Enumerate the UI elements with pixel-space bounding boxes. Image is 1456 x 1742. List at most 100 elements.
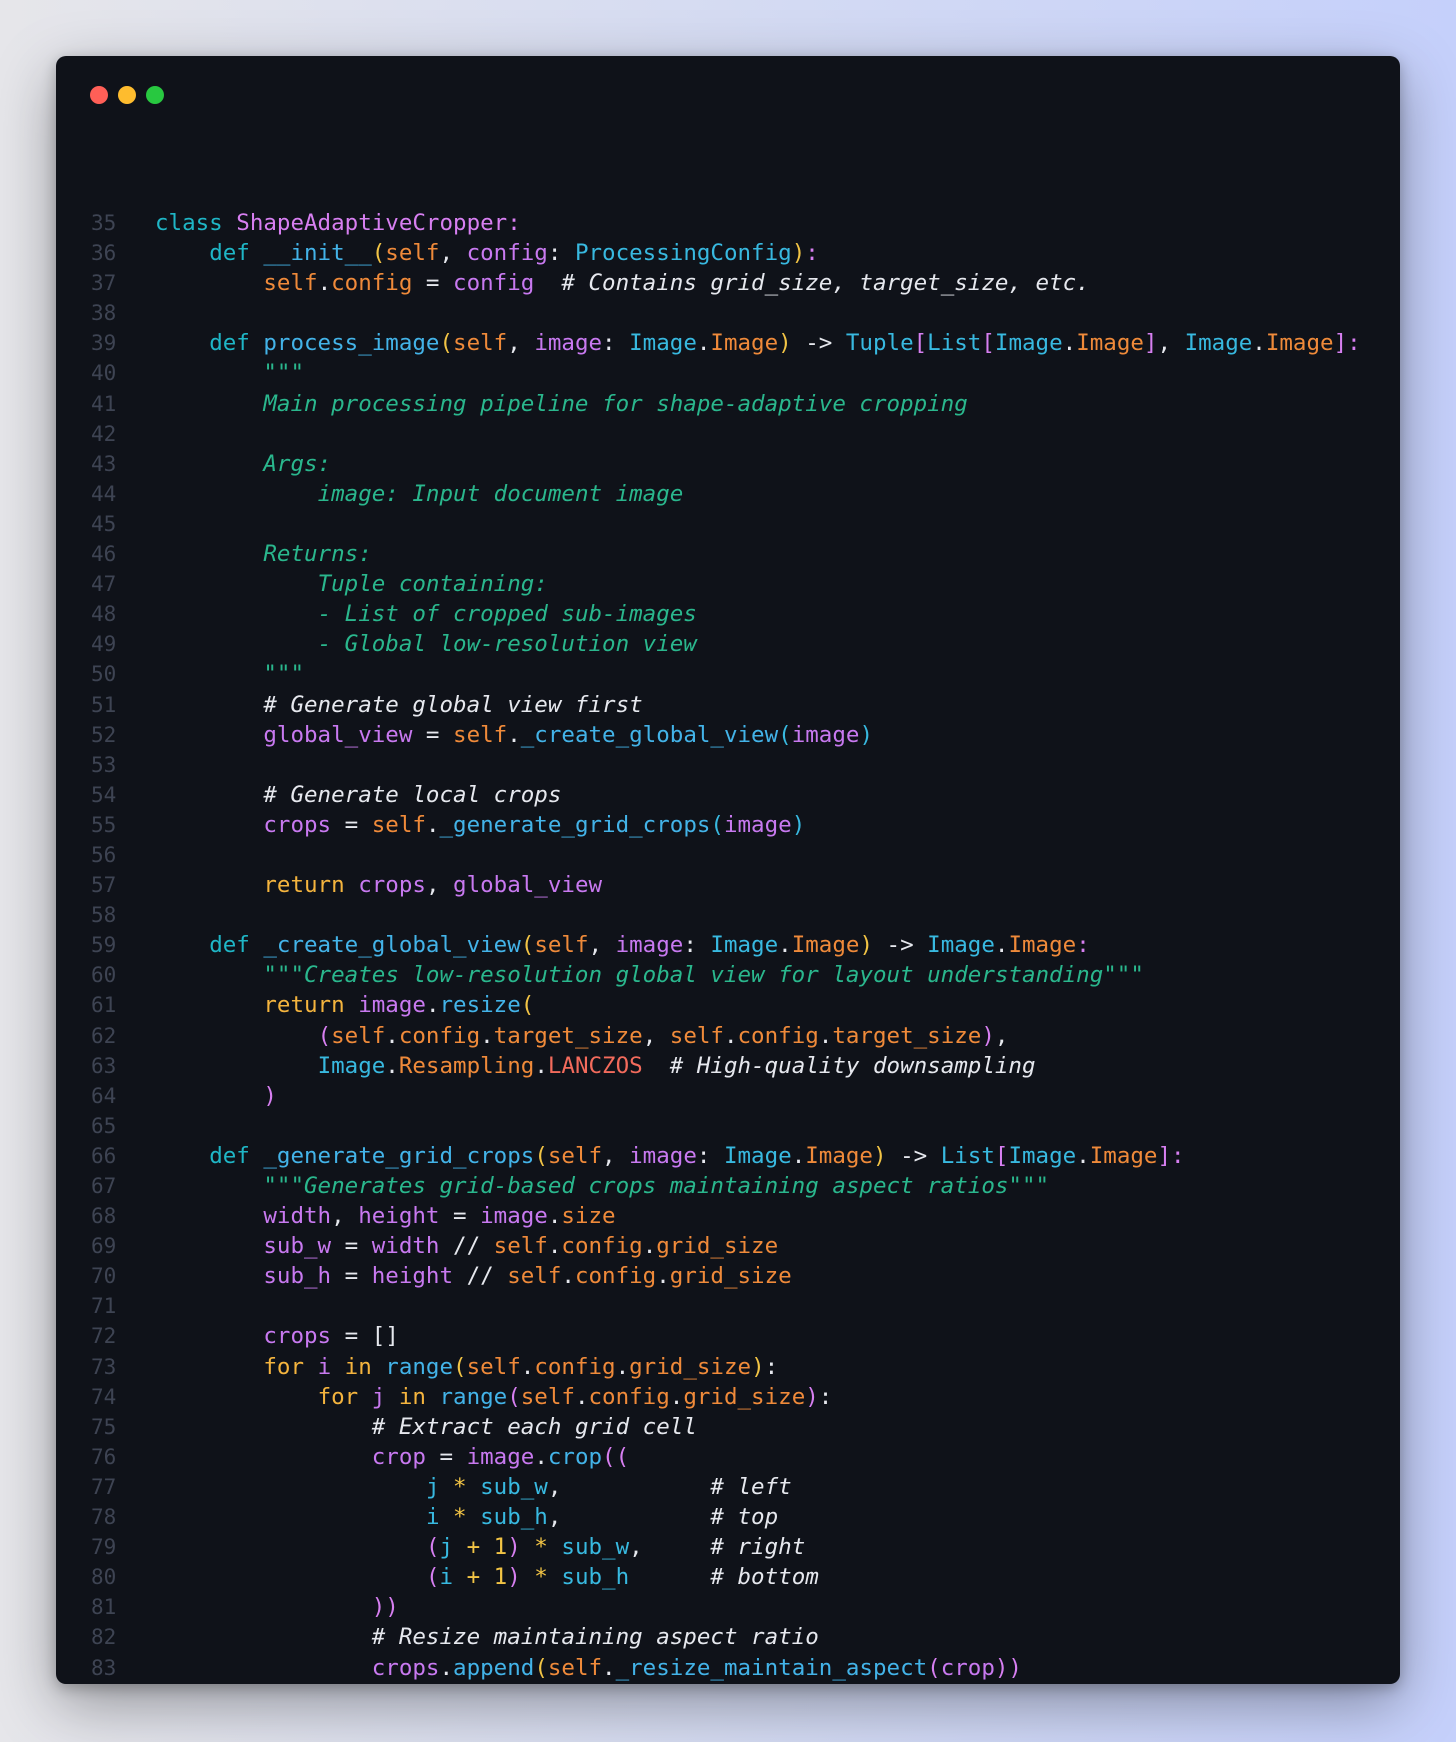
line-number: 50: [91, 662, 117, 687]
code-line: 83 crops.append(self._resize_maintain_as…: [56, 1653, 1400, 1683]
code-token: i: [425, 1504, 440, 1531]
line-source: sub_w = width // self.config.grid_size: [155, 1231, 778, 1261]
line-source: Returns:: [155, 539, 371, 569]
code-token: .: [547, 1233, 562, 1260]
code-token: .: [520, 1353, 535, 1380]
code-token: = []: [331, 1323, 399, 1350]
code-token: Image: [1184, 330, 1253, 357]
line-source: - Global low-resolution view: [155, 629, 697, 659]
code-token: crop: [940, 1654, 995, 1681]
code-token: ): [859, 932, 873, 959]
code-token: def: [209, 932, 264, 959]
code-token: + 1: [453, 1534, 508, 1561]
code-line: 68 width, height = image.size: [56, 1201, 1400, 1231]
code-token: sub_h: [480, 1504, 548, 1531]
code-line: 67 """Generates grid-based crops maintai…: [56, 1171, 1400, 1201]
code-token: range: [385, 1353, 454, 1380]
code-line: 64 ): [56, 1081, 1400, 1111]
code-token: i: [439, 1564, 454, 1591]
line-number: 42: [91, 421, 117, 446]
code-token: LANCZOS: [547, 1052, 643, 1079]
code-token: crops: [371, 1654, 440, 1681]
code-line: 60 """Creates low-resolution global view…: [56, 960, 1400, 990]
line-number: 72: [91, 1324, 117, 1349]
code-token: global_view: [263, 721, 413, 748]
code-token: ,: [588, 932, 616, 959]
code-token: Image: [1265, 330, 1334, 357]
code-token: .: [602, 1654, 616, 1681]
line-number: 48: [91, 602, 117, 627]
code-token: Image: [791, 932, 860, 959]
code-token: ): [263, 1082, 277, 1109]
code-token: config: [453, 270, 535, 297]
code-line: 55 crops = self._generate_grid_crops(ima…: [56, 810, 1400, 840]
line-number: 70: [91, 1264, 117, 1289]
code-token: =: [412, 721, 454, 748]
code-token: Image: [710, 932, 779, 959]
line-source: """: [155, 358, 304, 388]
code-token: *: [439, 1473, 481, 1500]
line-number: 73: [91, 1354, 117, 1379]
line-source: # Extract each grid cell: [155, 1412, 697, 1442]
line-number: 75: [91, 1414, 117, 1439]
line-number: 40: [91, 361, 117, 386]
line-number: 47: [91, 572, 117, 597]
code-token: _create_global_view: [263, 932, 521, 959]
code-token: Tuple: [845, 330, 914, 357]
code-token: .: [994, 932, 1009, 959]
code-token: [: [994, 1142, 1009, 1169]
code-token: height: [371, 1263, 454, 1290]
code-token: _generate_grid_crops: [439, 811, 711, 838]
line-number: 81: [91, 1595, 117, 1620]
code-editor[interactable]: 35 class ShapeAdaptiveCropper: 36 def __in…: [56, 208, 1400, 1684]
code-line: 51 # Generate global view first: [56, 690, 1400, 720]
code-token: :: [696, 1142, 724, 1169]
code-line: 63 Image.Resampling.LANCZOS # High-quali…: [56, 1051, 1400, 1081]
code-token: :: [683, 932, 711, 959]
code-token: .: [615, 1353, 630, 1380]
code-token: List: [940, 1142, 995, 1169]
code-token: config: [331, 270, 413, 297]
close-button[interactable]: [90, 86, 108, 104]
code-token: append: [453, 1654, 535, 1681]
code-token: *: [520, 1534, 562, 1561]
line-number: 82: [91, 1625, 117, 1650]
code-token: (: [371, 240, 386, 267]
line-source: Tuple containing:: [155, 569, 548, 599]
code-token: def: [209, 240, 264, 267]
line-number: 62: [91, 1023, 117, 1048]
code-token: .: [534, 1443, 548, 1470]
code-token: ((: [602, 1443, 630, 1470]
code-token: (: [425, 1564, 440, 1591]
line-source: """Generates grid-based crops maintainin…: [155, 1171, 1049, 1201]
code-token: self: [669, 1022, 724, 1049]
code-token: def: [209, 1142, 264, 1169]
line-number: 84: [91, 1683, 161, 1684]
code-token: .: [656, 1263, 670, 1290]
code-token: config: [588, 1383, 670, 1410]
minimize-button[interactable]: [118, 86, 136, 104]
line-source: (self.config.target_size, self.config.ta…: [155, 1021, 1009, 1051]
line-number: 58: [91, 903, 117, 928]
code-token: Image: [710, 330, 779, 357]
code-token: Image: [1089, 1142, 1158, 1169]
code-token: ,: [425, 872, 454, 899]
line-source: i * sub_h, # top: [155, 1502, 778, 1532]
code-token: Image: [629, 330, 697, 357]
maximize-button[interactable]: [146, 86, 164, 104]
code-token: global_view: [453, 872, 603, 899]
code-line: 70 sub_h = height // self.config.grid_si…: [56, 1261, 1400, 1291]
line-number: 79: [91, 1535, 117, 1560]
code-line: 47 Tuple containing:: [56, 569, 1400, 599]
code-token: :: [764, 1353, 779, 1380]
code-token: # Extract each grid cell: [371, 1413, 697, 1440]
line-number: 80: [91, 1565, 117, 1590]
code-token: ): [751, 1353, 765, 1380]
